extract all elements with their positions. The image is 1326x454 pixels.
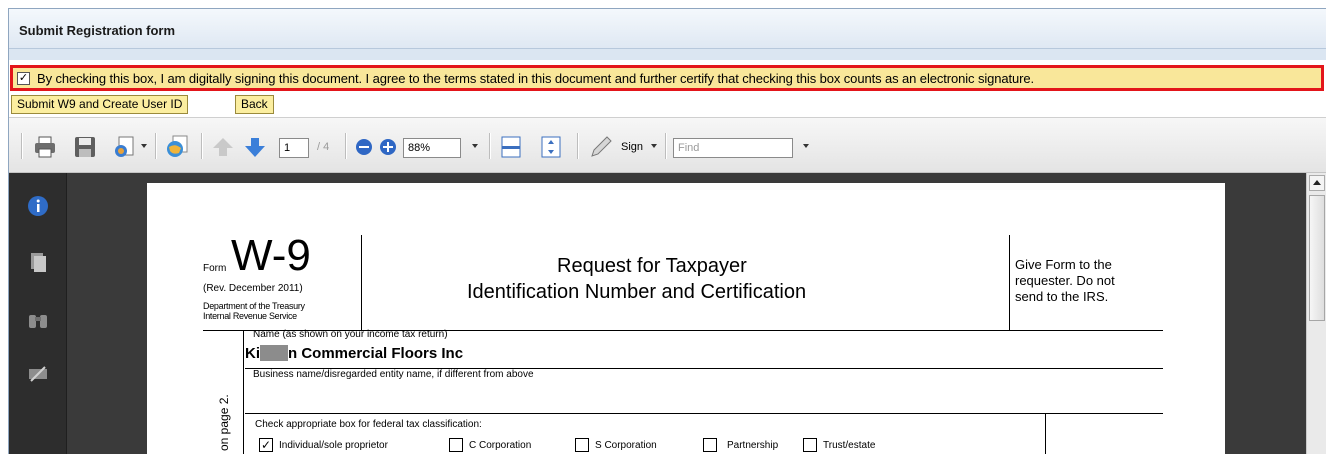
side-note: on page 2.	[217, 394, 231, 451]
vertical-scrollbar[interactable]	[1306, 173, 1326, 454]
action-buttons: Submit W9 and Create User ID Back	[9, 95, 1326, 115]
scroll-up-arrow-icon[interactable]	[1309, 175, 1325, 191]
previous-page-icon[interactable]	[211, 135, 235, 159]
signatures-icon[interactable]	[27, 363, 49, 385]
form-label: Form	[203, 263, 227, 274]
fit-page-icon[interactable]	[539, 135, 563, 159]
print-icon[interactable]	[33, 135, 57, 159]
zoom-level-field[interactable]: 88%	[403, 138, 461, 158]
page-total: / 4	[317, 141, 330, 153]
form-divider	[243, 330, 244, 454]
globe-collaborate-icon[interactable]	[165, 135, 189, 159]
s-corporation-checkbox[interactable]	[575, 438, 589, 452]
form-title-line1: Request for Taxpayer	[557, 255, 747, 277]
form-title-line2: Identification Number and Certification	[467, 281, 807, 303]
pdf-sidebar	[9, 173, 67, 454]
tax-classification-label: Check appropriate box for federal tax cl…	[255, 419, 482, 430]
business-name-label: Business name/disregarded entity name, i…	[253, 369, 534, 380]
page-number-input[interactable]: 1	[279, 138, 309, 158]
find-input[interactable]: Find	[673, 138, 793, 158]
form-rule	[245, 413, 1163, 414]
pdf-toolbar: 1 / 4 88% Sign Find	[9, 117, 1326, 173]
form-service: Internal Revenue Service	[203, 311, 297, 321]
pen-sign-icon[interactable]	[589, 135, 613, 159]
e-signature-text: By checking this box, I am digitally sig…	[37, 71, 1035, 86]
e-signature-consent: ✓ By checking this box, I am digitally s…	[10, 65, 1324, 91]
fit-width-icon[interactable]	[499, 135, 523, 159]
individual-label: Individual/sole proprietor	[279, 440, 388, 451]
chevron-down-icon[interactable]	[651, 144, 657, 148]
toolbar-separator	[665, 133, 667, 159]
title-bar: Submit Registration form	[9, 9, 1326, 49]
c-corporation-checkbox[interactable]	[449, 438, 463, 452]
chevron-down-icon[interactable]	[803, 144, 809, 148]
toolbar-separator	[21, 133, 23, 159]
c-corporation-label: C Corporation	[469, 440, 532, 451]
redaction-block	[260, 345, 288, 361]
e-signature-checkbox[interactable]: ✓	[17, 72, 30, 85]
toolbar-separator	[201, 133, 203, 159]
chevron-down-icon[interactable]	[472, 144, 478, 148]
pdf-viewer: Form W-9 (Rev. December 2011) Department…	[9, 173, 1326, 454]
name-label: Name (as shown on your income tax return…	[253, 329, 448, 340]
form-divider	[1045, 413, 1046, 454]
toolbar-separator	[155, 133, 157, 159]
s-corporation-label: S Corporation	[595, 440, 657, 451]
back-button[interactable]: Back	[235, 95, 274, 114]
info-icon[interactable]	[27, 195, 49, 217]
window-title: Submit Registration form	[19, 23, 176, 38]
pages-icon[interactable]	[27, 251, 49, 273]
zoom-out-icon[interactable]	[355, 138, 373, 156]
registration-window: Submit Registration form ✓ By checking t…	[8, 8, 1326, 454]
sign-menu[interactable]: Sign	[621, 141, 643, 153]
form-divider	[361, 235, 362, 331]
partnership-label: Partnership	[727, 440, 779, 451]
toolbar-separator	[489, 133, 491, 159]
scroll-thumb[interactable]	[1309, 195, 1325, 321]
individual-checkbox[interactable]: ✓	[259, 438, 273, 452]
form-department: Department of the Treasury	[203, 301, 305, 311]
form-instruction: Give Form to the requester. Do not send …	[1015, 257, 1115, 304]
form-revision: (Rev. December 2011)	[203, 283, 303, 294]
save-icon[interactable]	[73, 135, 97, 159]
submit-w9-button[interactable]: Submit W9 and Create User ID	[11, 95, 189, 114]
toolbar-separator	[577, 133, 579, 159]
trust-estate-checkbox[interactable]	[803, 438, 817, 452]
zoom-in-icon[interactable]	[379, 138, 397, 156]
form-number: W-9	[231, 231, 311, 280]
document-options-icon[interactable]	[113, 135, 137, 159]
w9-form-page: Form W-9 (Rev. December 2011) Department…	[147, 183, 1225, 454]
form-divider	[1009, 235, 1010, 331]
title-strip	[9, 49, 1326, 60]
partnership-checkbox[interactable]	[703, 438, 717, 452]
next-page-icon[interactable]	[243, 135, 267, 159]
trust-estate-label: Trust/estate	[823, 440, 876, 451]
chevron-down-icon[interactable]	[141, 144, 147, 148]
binoculars-icon[interactable]	[27, 309, 49, 331]
toolbar-separator	[345, 133, 347, 159]
